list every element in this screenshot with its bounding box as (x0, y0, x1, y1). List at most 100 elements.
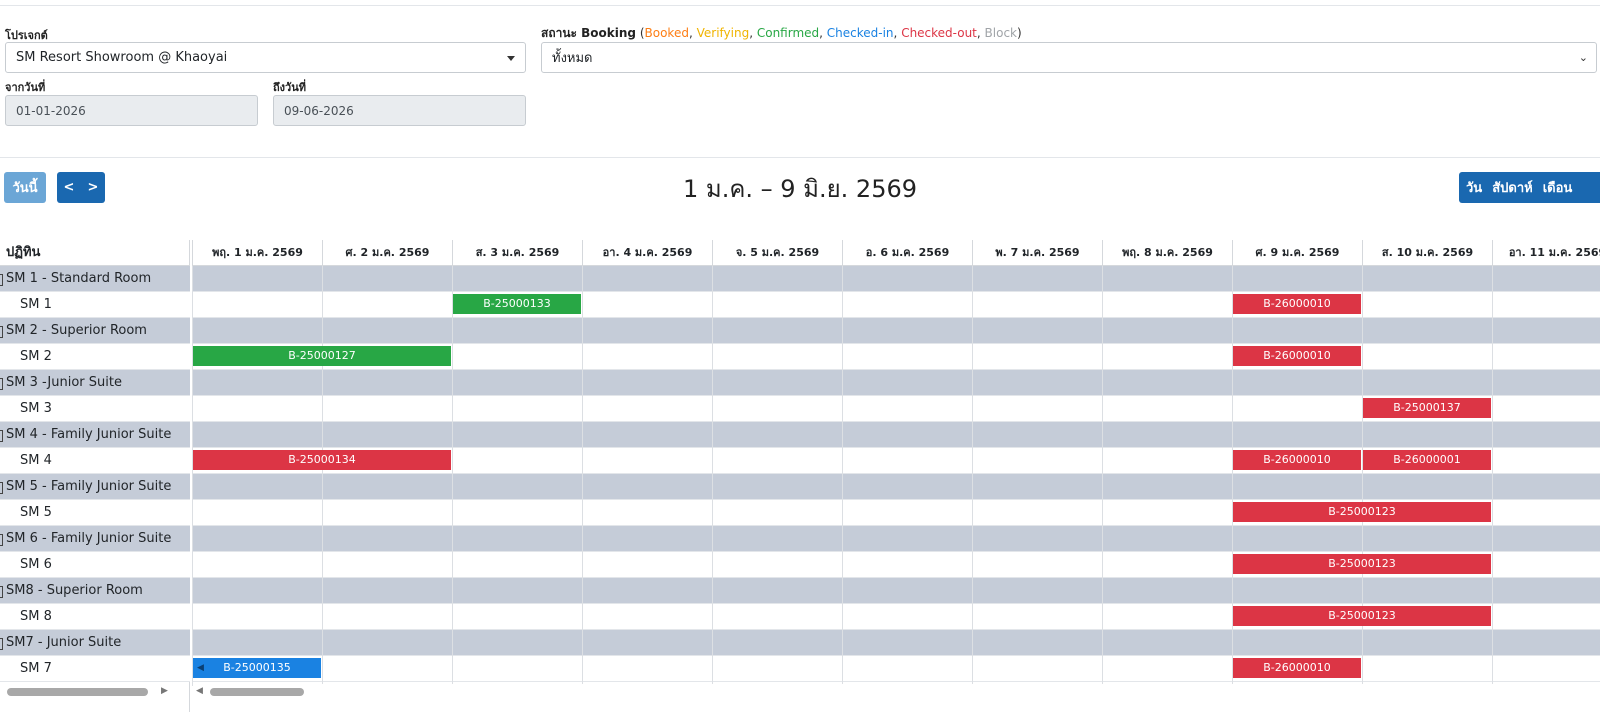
resource-group-row: SM 2 - Superior Room (0, 318, 190, 344)
resource-scrollbar[interactable]: ▶ (4, 684, 170, 698)
to-date-label: ถึงวันที่ (273, 81, 306, 94)
booking-event[interactable]: B-26000001 (1363, 450, 1491, 470)
booking-event[interactable]: B-25000134 (193, 450, 451, 470)
resource-header: ปฏิทิน (0, 240, 190, 266)
day-gridline (582, 266, 583, 686)
view-day-button[interactable]: วัน (1459, 177, 1487, 198)
day-gridline (1492, 266, 1493, 686)
caret-down-icon (507, 55, 515, 61)
status-legend-verifying: Verifying (696, 26, 750, 40)
day-gridline (322, 266, 323, 686)
scroll-left-icon[interactable]: ◀ (196, 686, 203, 696)
resource-room-row: SM 7 (0, 656, 190, 682)
booking-event[interactable]: B-25000123 (1233, 554, 1491, 574)
day-header: ศ. 9 ม.ค. 2569 (1232, 240, 1362, 266)
resource-room-row: SM 4 (0, 448, 190, 474)
next-button[interactable]: > (81, 180, 105, 195)
booking-event-label: B-25000137 (1393, 401, 1461, 414)
status-legend-checked-out: Checked-out (901, 26, 977, 40)
day-gridline (712, 266, 713, 686)
day-header: พ. 7 ม.ค. 2569 (972, 240, 1102, 266)
booking-event[interactable]: B-26000010 (1233, 658, 1361, 678)
status-legend-block: Block (984, 26, 1017, 40)
booking-event-label: B-25000123 (1328, 609, 1396, 622)
booking-event-label: B-25000135 (223, 661, 291, 674)
day-gridline (452, 266, 453, 686)
day-header: จ. 5 ม.ค. 2569 (712, 240, 842, 266)
booking-event[interactable]: B-25000127 (193, 346, 451, 366)
resource-group-row: SM 6 - Family Junior Suite (0, 526, 190, 552)
resource-timeline: ปฏิทิน SM 1 - Standard Room SM 1 SM 2 - Su… (0, 240, 1600, 712)
booking-event-label: B-26000010 (1263, 349, 1331, 362)
project-select-value: SM Resort Showroom @ Khaoyai (16, 50, 228, 65)
timeline-area: พฤ. 1 ม.ค. 2569 ศ. 2 ม.ค. 2569 ส. 3 ม.ค. 2… (192, 240, 1600, 712)
booking-event[interactable]: B-26000010 (1233, 450, 1361, 470)
resource-group-row: SM 3 -Junior Suite (0, 370, 190, 396)
today-button[interactable]: วันนี้ (4, 172, 46, 203)
timeline-group-row (192, 578, 1600, 604)
resource-room-row: SM 5 (0, 500, 190, 526)
resource-group-row: SM 4 - Family Junior Suite (0, 422, 190, 448)
booking-event[interactable]: B-25000123 (1233, 606, 1491, 626)
day-header: ส. 3 ม.ค. 2569 (452, 240, 582, 266)
status-label-text: สถานะ Booking (541, 26, 637, 40)
from-date-label: จากวันที่ (5, 81, 46, 94)
top-border (0, 5, 1600, 6)
booking-event-label: B-25000127 (288, 349, 356, 362)
resource-column: ปฏิทิน SM 1 - Standard Room SM 1 SM 2 - Su… (0, 240, 190, 712)
resource-room-row: SM 6 (0, 552, 190, 578)
project-select[interactable]: SM Resort Showroom @ Khaoyai (5, 42, 526, 73)
chevron-down-icon: ⌄ (1578, 51, 1588, 64)
section-divider (0, 157, 1600, 158)
day-gridline (192, 266, 193, 686)
status-legend-booked: Booked (644, 26, 689, 40)
resource-group-row: SM 1 - Standard Room (0, 266, 190, 292)
resource-room-row: SM 3 (0, 396, 190, 422)
day-header: อ. 6 ม.ค. 2569 (842, 240, 972, 266)
from-date-input[interactable]: 01-01-2026 (5, 95, 258, 126)
timeline-room-row[interactable] (192, 656, 1600, 682)
day-header: พฤ. 8 ม.ค. 2569 (1102, 240, 1232, 266)
resource-room-row: SM 2 (0, 344, 190, 370)
resource-group-row: SM7 - Junior Suite (0, 630, 190, 656)
booking-event-label: B-25000133 (483, 297, 551, 310)
day-header: อา. 11 ม.ค. 2569 (1492, 240, 1600, 266)
view-switcher: วัน สัปดาห์ เดือน (1459, 172, 1600, 203)
resource-group-row: SM 5 - Family Junior Suite (0, 474, 190, 500)
resource-scrollbar-thumb[interactable] (7, 688, 148, 696)
continues-left-icon: ◀ (197, 663, 204, 673)
timeline-room-row[interactable] (192, 292, 1600, 318)
timeline-group-row (192, 318, 1600, 344)
booking-event[interactable]: ◀ B-25000135 (193, 658, 321, 678)
booking-event[interactable]: B-26000010 (1233, 294, 1361, 314)
booking-event[interactable]: B-26000010 (1233, 346, 1361, 366)
resource-group-row: SM8 - Superior Room (0, 578, 190, 604)
day-gridline (842, 266, 843, 686)
booking-event[interactable]: B-25000133 (453, 294, 581, 314)
booking-event-label: B-25000123 (1328, 557, 1396, 570)
day-gridline (1102, 266, 1103, 686)
timeline-group-row (192, 474, 1600, 500)
nav-button-group: < > (57, 172, 105, 203)
status-legend-checked-in: Checked-in (826, 26, 894, 40)
booking-event[interactable]: B-25000137 (1363, 398, 1491, 418)
scroll-right-icon[interactable]: ▶ (161, 686, 168, 696)
timeline-scrollbar-thumb[interactable] (210, 688, 304, 696)
booking-event[interactable]: B-25000123 (1233, 502, 1491, 522)
timeline-scrollbar[interactable]: ◀ (196, 684, 1600, 698)
prev-button[interactable]: < (57, 180, 81, 195)
resource-room-row: SM 1 (0, 292, 190, 318)
day-header: ศ. 2 ม.ค. 2569 (322, 240, 452, 266)
view-month-button[interactable]: เดือน (1538, 177, 1578, 198)
timeline-group-row (192, 422, 1600, 448)
booking-event-label: B-25000123 (1328, 505, 1396, 518)
to-date-input[interactable]: 09-06-2026 (273, 95, 526, 126)
view-week-button[interactable]: สัปดาห์ (1487, 177, 1538, 198)
booking-event-label: B-26000010 (1263, 297, 1331, 310)
timeline-group-row (192, 370, 1600, 396)
status-select[interactable]: ทั้งหมด ⌄ (541, 42, 1597, 73)
day-header: พฤ. 1 ม.ค. 2569 (192, 240, 322, 266)
resource-room-row: SM 8 (0, 604, 190, 630)
status-select-value: ทั้งหมด (552, 51, 593, 66)
status-label: สถานะ Booking (Booked, Verifying, Confir… (541, 26, 1022, 40)
